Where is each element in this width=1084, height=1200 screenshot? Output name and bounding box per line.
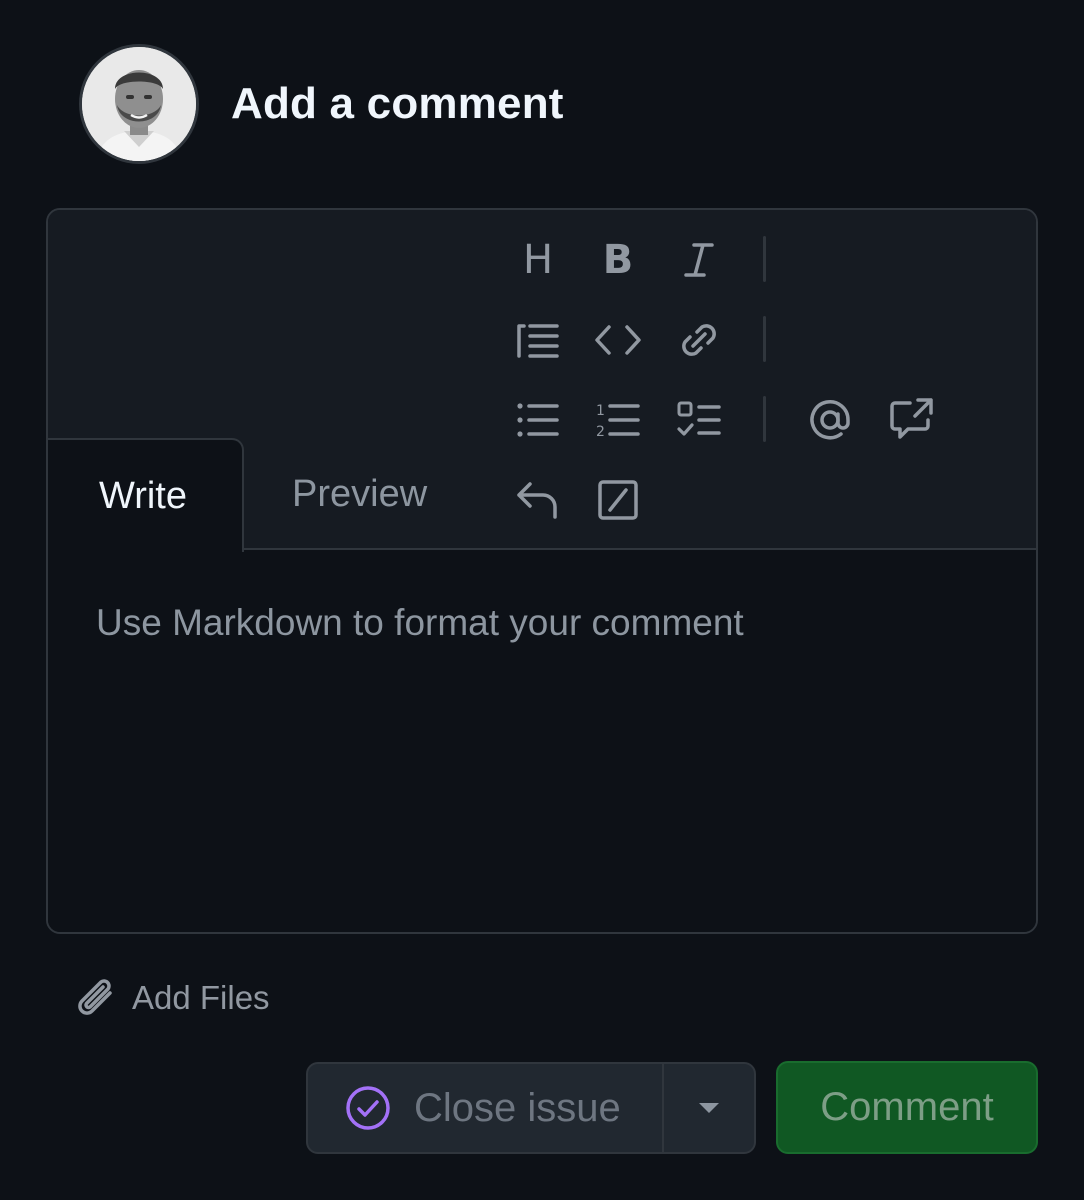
close-issue-group: Close issue xyxy=(306,1062,756,1154)
mention-button[interactable] xyxy=(798,388,862,452)
toolbar-divider xyxy=(763,316,766,362)
code-button[interactable] xyxy=(586,308,650,372)
avatar[interactable] xyxy=(79,44,199,164)
bold-button[interactable]: B xyxy=(586,228,650,292)
toolbar-divider xyxy=(763,236,766,282)
link-button[interactable] xyxy=(667,308,731,372)
italic-button[interactable] xyxy=(667,228,731,292)
add-files-label: Add Files xyxy=(132,979,270,1016)
quote-button[interactable] xyxy=(506,308,570,372)
unordered-list-button[interactable] xyxy=(506,388,570,452)
italic-icon xyxy=(684,243,714,277)
slash-command-icon xyxy=(598,480,638,520)
task-list-button[interactable] xyxy=(667,388,731,452)
slash-command-button[interactable] xyxy=(586,468,650,532)
reference-button[interactable] xyxy=(880,388,944,452)
comment-header: Add a comment xyxy=(79,44,564,164)
quote-icon xyxy=(517,324,559,358)
reply-icon xyxy=(517,482,557,519)
ordered-list-icon: 1 2 xyxy=(596,403,640,440)
comment-editor: H B 1 2 Write Preview Use Markdown to fo… xyxy=(46,208,1038,934)
bold-icon: B xyxy=(602,237,634,283)
task-list-icon xyxy=(677,401,721,436)
check-circle-icon xyxy=(346,1086,390,1130)
page-title: Add a comment xyxy=(231,79,564,128)
caret-down-icon xyxy=(699,1103,719,1113)
close-issue-button[interactable]: Close issue xyxy=(308,1064,664,1152)
heading-icon: H xyxy=(522,237,554,283)
link-icon xyxy=(682,324,716,356)
ordered-list-button[interactable]: 1 2 xyxy=(586,388,650,452)
heading-button[interactable]: H xyxy=(506,228,570,292)
comment-textarea[interactable] xyxy=(48,550,1036,932)
tab-preview[interactable]: Preview xyxy=(292,438,427,550)
user-avatar-icon xyxy=(82,47,196,161)
add-files-button[interactable]: Add Files xyxy=(74,972,270,1024)
close-issue-label: Close issue xyxy=(414,1085,621,1130)
reference-icon xyxy=(890,398,933,439)
close-issue-dropdown[interactable] xyxy=(664,1064,754,1152)
editor-toolbar-area: H B 1 2 Write Preview xyxy=(48,210,1036,552)
reply-button[interactable] xyxy=(506,468,570,532)
code-icon xyxy=(595,325,641,355)
toolbar-divider xyxy=(763,396,766,442)
svg-text:2: 2 xyxy=(596,424,605,440)
svg-text:1: 1 xyxy=(596,403,605,419)
paperclip-icon xyxy=(78,979,112,1015)
unordered-list-icon xyxy=(517,403,559,437)
mention-icon xyxy=(810,400,850,440)
comment-button[interactable]: Comment xyxy=(776,1061,1038,1154)
tab-write[interactable]: Write xyxy=(48,438,244,552)
